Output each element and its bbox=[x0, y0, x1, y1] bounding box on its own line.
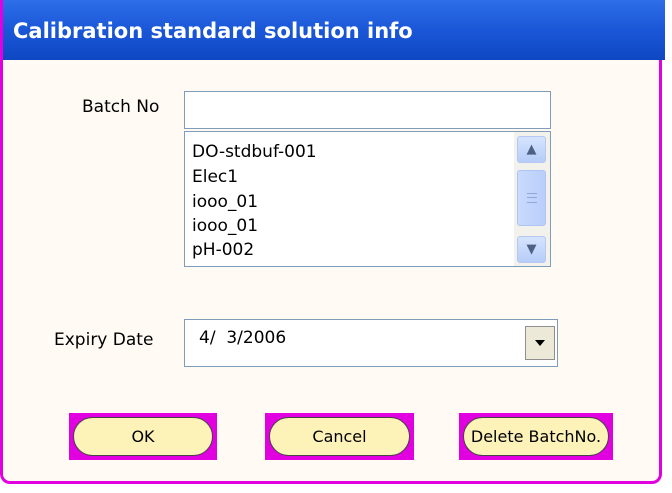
dropdown-arrow-icon bbox=[535, 340, 545, 346]
ok-button-frame: OK bbox=[69, 413, 217, 460]
list-item[interactable]: iooo_01 bbox=[192, 192, 258, 212]
batch-no-input[interactable] bbox=[184, 91, 551, 129]
batch-no-label: Batch No bbox=[82, 97, 160, 117]
batch-listbox[interactable]: DO-stdbuf-001 Elec1 iooo_01 iooo_01 pH-0… bbox=[184, 131, 551, 267]
ok-button[interactable]: OK bbox=[73, 417, 213, 456]
scroll-thumb[interactable] bbox=[517, 170, 546, 226]
list-item[interactable]: Elec1 bbox=[192, 167, 238, 187]
calibration-dialog: Calibration standard solution info Batch… bbox=[0, 0, 665, 484]
expiry-date-picker[interactable]: 4/ 3/2006 bbox=[184, 319, 558, 367]
date-dropdown-button[interactable] bbox=[525, 326, 555, 360]
list-scrollbar[interactable]: ▲ ▼ bbox=[514, 132, 550, 266]
dialog-title: Calibration standard solution info bbox=[13, 19, 413, 43]
title-bar: Calibration standard solution info bbox=[3, 0, 665, 60]
cancel-button[interactable]: Cancel bbox=[269, 417, 410, 456]
chevron-down-icon: ▼ bbox=[526, 242, 537, 257]
scroll-down-button[interactable]: ▼ bbox=[517, 236, 546, 263]
expiry-date-label: Expiry Date bbox=[54, 330, 154, 350]
list-item[interactable]: pH-002 bbox=[192, 240, 254, 260]
chevron-up-icon: ▲ bbox=[526, 142, 537, 157]
scroll-up-button[interactable]: ▲ bbox=[517, 136, 546, 163]
list-item[interactable]: DO-stdbuf-001 bbox=[192, 142, 317, 162]
cancel-button-frame: Cancel bbox=[265, 413, 414, 460]
expiry-date-value: 4/ 3/2006 bbox=[199, 328, 287, 348]
delete-batch-button[interactable]: Delete BatchNo. bbox=[463, 417, 609, 456]
list-item[interactable]: iooo_01 bbox=[192, 216, 258, 236]
delete-button-frame: Delete BatchNo. bbox=[459, 413, 613, 460]
grip-icon bbox=[526, 193, 537, 203]
